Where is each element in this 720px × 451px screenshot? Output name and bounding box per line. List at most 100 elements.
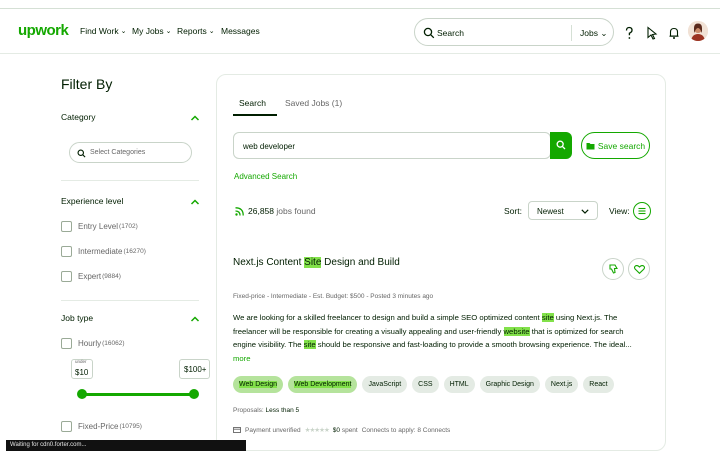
category-section-title: Category xyxy=(61,112,96,122)
skill-chip[interactable]: Web Development xyxy=(288,376,358,393)
view-toggle-button[interactable] xyxy=(633,202,651,220)
active-tab-indicator xyxy=(233,114,277,116)
skill-chip[interactable]: React xyxy=(583,376,614,393)
skill-chip[interactable]: Web Design xyxy=(233,376,284,393)
advanced-search-link[interactable]: Advanced Search xyxy=(234,172,297,181)
rating-stars-icon: ★★★★★ xyxy=(304,427,330,434)
bell-icon[interactable] xyxy=(667,26,681,40)
skill-chip[interactable]: Graphic Design xyxy=(479,376,540,393)
search-button[interactable] xyxy=(550,132,572,159)
proposals-label: Proposals: xyxy=(233,407,264,414)
rss-feed-icon[interactable] xyxy=(235,206,244,216)
desc-highlight: site xyxy=(303,340,316,349)
hourly-rate-min[interactable]: under $10 xyxy=(71,359,93,379)
thumbs-down-icon xyxy=(609,264,618,274)
skill-chip-label: Web Design xyxy=(239,381,278,388)
help-icon[interactable] xyxy=(622,26,636,40)
skill-chip[interactable]: HTML xyxy=(443,376,475,393)
rate-min-sublabel: under xyxy=(75,359,87,364)
global-search[interactable]: Search Jobs ⌄ xyxy=(414,18,614,46)
slider-handle-max[interactable] xyxy=(189,389,199,399)
checkbox-count: (10795) xyxy=(119,423,142,430)
save-job-button[interactable] xyxy=(628,258,650,280)
job-type-hourly[interactable]: Hourly (16062) xyxy=(61,338,125,349)
chevron-up-icon[interactable] xyxy=(190,198,200,206)
view-label: View: xyxy=(609,206,630,216)
checkbox-label: Hourly xyxy=(78,339,102,348)
sort-select[interactable]: Newest xyxy=(528,201,598,220)
filter-by-title: Filter By xyxy=(61,76,113,92)
nav-my-jobs-label: My Jobs xyxy=(132,26,164,36)
direct-contracts-icon[interactable] xyxy=(645,26,659,40)
job-search-input[interactable]: web developer xyxy=(233,132,551,159)
chevron-down-icon xyxy=(581,209,589,214)
checkbox-count: (16270) xyxy=(123,248,146,255)
job-type-fixed-price[interactable]: Fixed-Price (10795) xyxy=(61,421,142,432)
search-icon xyxy=(423,27,435,39)
more-link[interactable]: more xyxy=(233,354,251,363)
job-description: We are looking for a skilled freelancer … xyxy=(233,311,633,365)
job-search-query[interactable]: web developer xyxy=(243,142,295,151)
desc-text: should be responsive and fast-loading to… xyxy=(315,340,632,349)
experience-intermediate[interactable]: Intermediate (16270) xyxy=(61,246,146,257)
nav-messages[interactable]: Messages xyxy=(221,26,260,36)
payment-unverified-icon xyxy=(233,427,241,433)
tab-saved-jobs[interactable]: Saved Jobs (1) xyxy=(285,98,342,108)
save-search-button[interactable]: Save search xyxy=(581,132,650,159)
slider-handle-min[interactable] xyxy=(77,389,87,399)
hourly-rate-slider-track[interactable] xyxy=(81,393,193,396)
checkbox[interactable] xyxy=(61,246,72,257)
search-scope-dropdown[interactable]: Jobs ⌄ xyxy=(580,28,607,39)
nav-messages-label: Messages xyxy=(221,26,260,36)
checkbox-count: (9884) xyxy=(102,273,121,280)
folder-icon xyxy=(586,142,595,149)
chevron-up-icon[interactable] xyxy=(190,315,200,323)
experience-entry-level[interactable]: Entry Level (1702) xyxy=(61,221,138,232)
chevron-down-icon: ⌄ xyxy=(208,28,215,35)
connects-to-apply: Connects to apply: 8 Connects xyxy=(361,426,451,434)
checkbox-label: Fixed-Price xyxy=(78,422,119,431)
sort-label: Sort: xyxy=(504,206,522,216)
nav-reports[interactable]: Reports ⌄ xyxy=(177,26,215,36)
dislike-button[interactable] xyxy=(602,258,624,280)
skill-chip[interactable]: Next.js xyxy=(544,376,579,393)
checkbox[interactable] xyxy=(61,271,72,282)
checkbox[interactable] xyxy=(61,421,72,432)
hourly-rate-max[interactable]: $100+ xyxy=(179,359,210,379)
checkbox-count: (1702) xyxy=(119,223,138,230)
chevron-down-icon: ⌄ xyxy=(600,28,608,38)
skill-chip[interactable]: JavaScript xyxy=(362,376,408,393)
category-select-placeholder: Select Categories xyxy=(90,149,146,156)
global-search-input[interactable]: Search xyxy=(437,28,464,38)
search-divider xyxy=(571,25,572,41)
nav-my-jobs[interactable]: My Jobs ⌄ xyxy=(132,26,172,36)
search-icon xyxy=(77,149,86,158)
spent-amount: $0 xyxy=(332,426,341,434)
browser-status-bar: Waiting for cdn0.forter.com... xyxy=(6,440,246,451)
experience-expert[interactable]: Expert (9884) xyxy=(61,271,121,282)
skill-chip-label: Web Development xyxy=(294,381,352,388)
upwork-logo[interactable]: upwork xyxy=(18,22,69,39)
jobs-found-count: 26,858 xyxy=(248,206,274,216)
client-spent: $0 spent xyxy=(333,427,358,434)
tab-search[interactable]: Search xyxy=(239,98,266,108)
nav-find-work[interactable]: Find Work ⌄ xyxy=(80,26,126,36)
avatar[interactable] xyxy=(688,21,708,41)
category-select[interactable]: Select Categories xyxy=(69,142,192,163)
job-type-section-title: Job type xyxy=(61,313,94,323)
skill-chip[interactable]: CSS xyxy=(412,376,439,393)
checkbox-label: Expert xyxy=(78,272,102,281)
checkbox[interactable] xyxy=(61,338,72,349)
job-search-panel: Search Saved Jobs (1) web developer Save… xyxy=(216,74,666,451)
checkbox[interactable] xyxy=(61,221,72,232)
checkbox-label: Intermediate xyxy=(78,247,123,256)
search-scope-label: Jobs xyxy=(580,28,598,38)
job-title[interactable]: Next.js Content Site Design and Build xyxy=(233,257,400,268)
client-info: Payment unverified ★★★★★ $0 spent Connec… xyxy=(233,426,450,434)
chevron-up-icon[interactable] xyxy=(190,114,200,122)
rate-min-value: $10 xyxy=(75,368,89,377)
user-avatar-icon xyxy=(688,21,708,41)
chevron-down-icon: ⌄ xyxy=(120,28,127,35)
divider xyxy=(61,180,199,181)
list-icon xyxy=(638,207,646,215)
